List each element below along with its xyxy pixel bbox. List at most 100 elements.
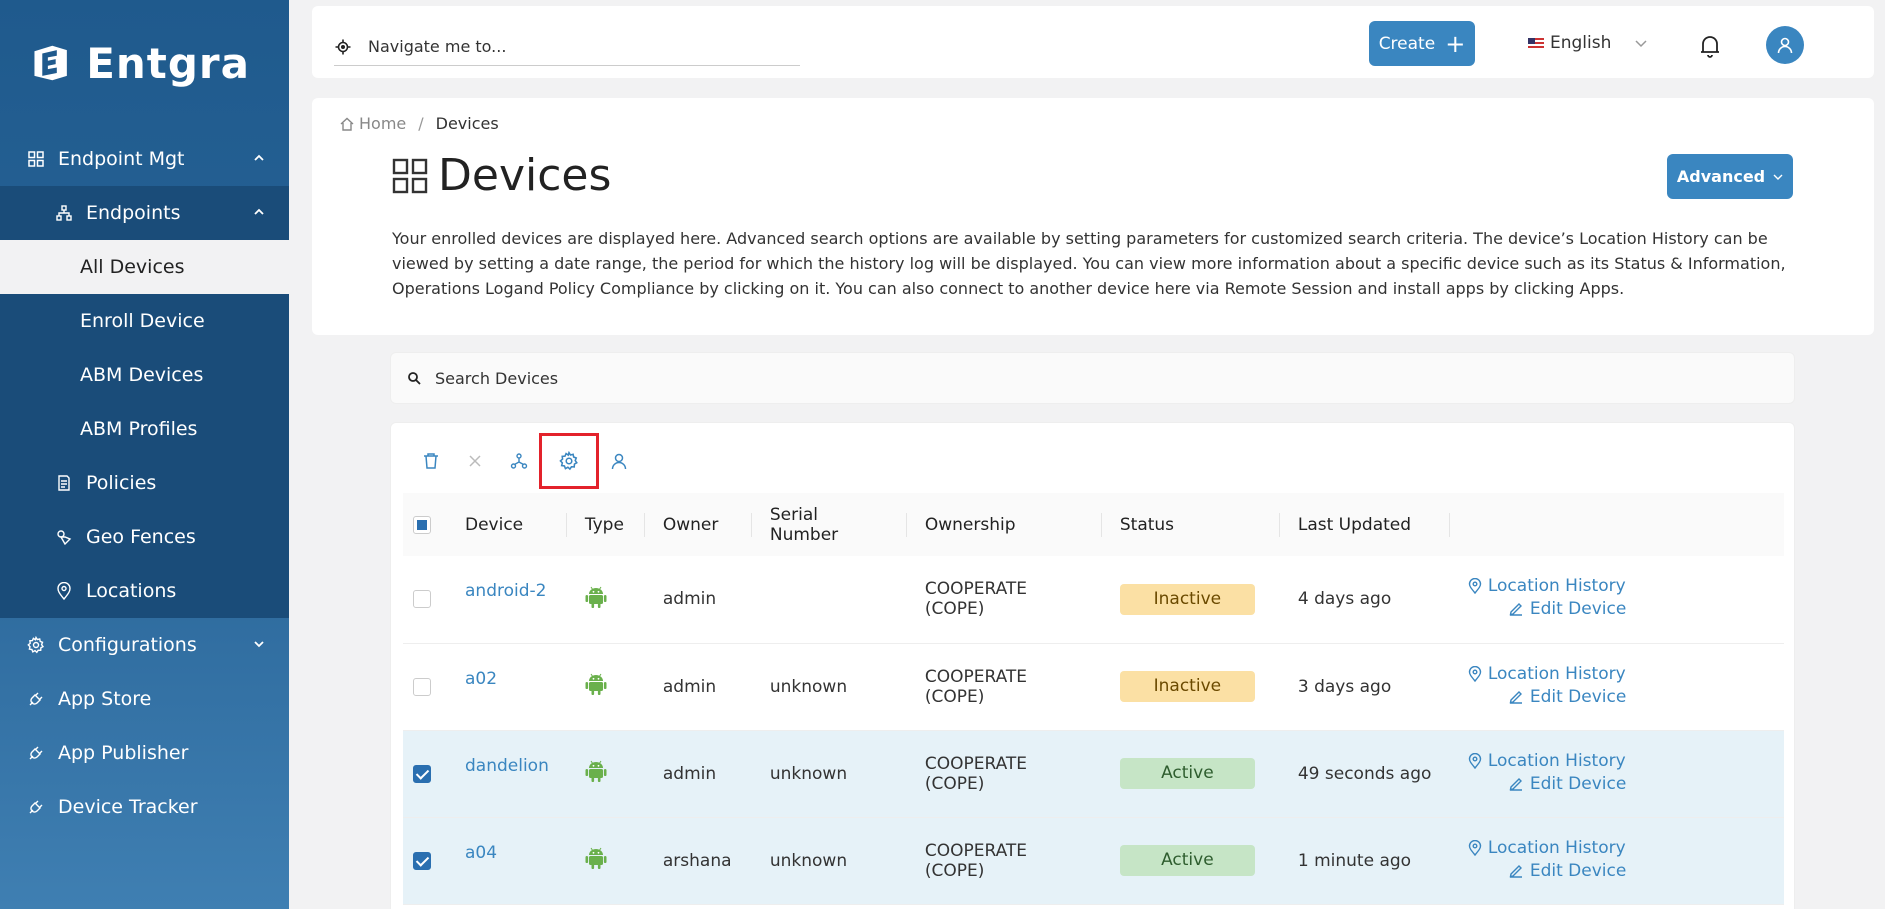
- table-row[interactable]: a04 arshana unknown COOPERATE (COPE) Act…: [403, 817, 1784, 904]
- settings-icon: [559, 451, 578, 471]
- sidebar-item-label: Policies: [86, 472, 157, 494]
- sidebar-item-abm-devices[interactable]: ABM Devices: [0, 348, 289, 402]
- page-title-text: Devices: [438, 150, 612, 201]
- android-icon: [585, 760, 607, 782]
- settings-button[interactable]: [539, 433, 599, 489]
- column-header-status: Status: [1102, 493, 1280, 556]
- devices-table: Device Type Owner Serial Number Ownershi…: [403, 493, 1784, 905]
- ownership-cell: COOPERATE (COPE): [924, 753, 1028, 794]
- table-row[interactable]: a02 admin unknown COOPERATE (COPE) Inact…: [403, 643, 1784, 730]
- sidebar-item-app-publisher[interactable]: App Publisher: [0, 726, 289, 780]
- breadcrumb-current: Devices: [435, 114, 499, 133]
- advanced-button[interactable]: Advanced: [1667, 154, 1793, 199]
- breadcrumb: Home / Devices: [339, 114, 499, 133]
- select-all-cell: [403, 493, 447, 556]
- device-link[interactable]: a04: [465, 843, 497, 863]
- column-header-ownership: Ownership: [907, 493, 1102, 556]
- sidebar-item-label: Configurations: [58, 634, 197, 656]
- language-selector[interactable]: English: [1528, 33, 1649, 53]
- last-updated-cell: 1 minute ago: [1297, 850, 1412, 871]
- edit-device-link[interactable]: Edit Device: [1508, 774, 1626, 794]
- group-button[interactable]: [497, 439, 541, 483]
- delete-button[interactable]: [409, 439, 453, 483]
- sidebar-item-label: ABM Devices: [80, 364, 204, 386]
- gear-icon: [26, 635, 46, 655]
- devices-area: Device Type Owner Serial Number Ownershi…: [312, 344, 1874, 909]
- page-description: Your enrolled devices are displayed here…: [392, 229, 1786, 298]
- user-avatar-icon: [1777, 37, 1793, 54]
- close-icon: [469, 455, 481, 467]
- trash-icon: [424, 453, 438, 469]
- device-link[interactable]: android-2: [465, 581, 546, 601]
- sidebar-item-endpoints[interactable]: Endpoints: [0, 186, 289, 240]
- location-history-link[interactable]: Location History: [1468, 576, 1626, 596]
- status-cell: Inactive: [1102, 556, 1280, 643]
- device-cell: dandelion: [447, 730, 567, 817]
- device-link[interactable]: a02: [465, 669, 497, 689]
- edit-device-link[interactable]: Edit Device: [1508, 687, 1626, 707]
- sidebar-item-label: ABM Profiles: [80, 418, 198, 440]
- column-header-serial-number: Serial Number: [752, 493, 907, 556]
- row-checkbox[interactable]: [413, 764, 431, 783]
- breadcrumb-home[interactable]: Home: [359, 114, 406, 133]
- edit-device-link[interactable]: Edit Device: [1508, 599, 1626, 619]
- disenroll-button[interactable]: [453, 439, 497, 483]
- sidebar-item-endpoint-mgt[interactable]: Endpoint Mgt: [0, 132, 289, 186]
- create-button-label: Create: [1378, 33, 1436, 54]
- location-history-label: Location History: [1487, 837, 1626, 858]
- navigate-input[interactable]: [368, 37, 788, 56]
- plug-icon: [26, 689, 46, 709]
- assign-user-button[interactable]: [597, 439, 641, 483]
- select-all-checkbox[interactable]: [413, 515, 431, 534]
- status-badge: Active: [1119, 758, 1255, 789]
- create-button[interactable]: Create +: [1369, 21, 1475, 66]
- location-history-link[interactable]: Location History: [1468, 664, 1626, 684]
- row-checkbox[interactable]: [413, 851, 431, 870]
- search-devices-input[interactable]: [435, 368, 1735, 388]
- sidebar-item-enroll-device[interactable]: Enroll Device: [0, 294, 289, 348]
- edit-pencil-icon: [1509, 777, 1522, 791]
- location-history-link[interactable]: Location History: [1468, 751, 1626, 771]
- location-pin-icon: [1468, 578, 1482, 595]
- row-checkbox[interactable]: [413, 677, 431, 696]
- sidebar-item-device-tracker[interactable]: Device Tracker: [0, 780, 289, 834]
- brand-logo[interactable]: Entgra: [30, 28, 250, 98]
- table-row[interactable]: dandelion admin unknown COOPERATE (COPE)…: [403, 730, 1784, 817]
- sidebar-item-app-store[interactable]: App Store: [0, 672, 289, 726]
- status-badge: Inactive: [1119, 671, 1255, 702]
- row-checkbox[interactable]: [413, 590, 431, 609]
- device-link[interactable]: dandelion: [465, 756, 549, 776]
- owner-cell: arshana: [662, 850, 732, 871]
- location-history-link[interactable]: Location History: [1468, 838, 1626, 858]
- plug-icon: [26, 797, 46, 817]
- android-icon: [585, 847, 607, 869]
- sidebar-item-all-devices[interactable]: All Devices: [0, 240, 289, 294]
- geo-fence-icon: [54, 527, 74, 547]
- breadcrumb-separator: /: [418, 114, 424, 133]
- last-updated-cell: 4 days ago: [1297, 589, 1392, 610]
- sidebar-item-configurations[interactable]: Configurations: [0, 618, 289, 672]
- sidebar-item-policies[interactable]: Policies: [0, 456, 289, 510]
- table-row[interactable]: android-2 admin COOPERATE (COPE) Inactiv…: [403, 556, 1784, 643]
- row-select-cell: [403, 817, 447, 904]
- location-pin-icon: [1468, 752, 1482, 769]
- sidebar-item-locations[interactable]: Locations: [0, 564, 289, 618]
- row-select-cell: [403, 556, 447, 643]
- android-icon: [585, 586, 607, 608]
- language-label: English: [1550, 33, 1612, 53]
- column-label: Owner: [662, 514, 719, 535]
- location-pin-icon: [54, 581, 74, 601]
- actions-cell: Location History Edit Device: [1450, 556, 1784, 643]
- actions-cell: Location History Edit Device: [1450, 643, 1784, 730]
- sidebar-item-abm-profiles[interactable]: ABM Profiles: [0, 402, 289, 456]
- actions-cell: Location History Edit Device: [1450, 730, 1784, 817]
- edit-device-link[interactable]: Edit Device: [1508, 861, 1626, 881]
- owner-cell: admin: [662, 763, 717, 784]
- avatar[interactable]: [1766, 26, 1804, 64]
- edit-pencil-icon: [1509, 864, 1522, 878]
- sidebar-item-geo-fences[interactable]: Geo Fences: [0, 510, 289, 564]
- edit-pencil-icon: [1509, 603, 1522, 616]
- navigate-search: [334, 28, 800, 66]
- device-cell: a02: [447, 643, 567, 730]
- bell-icon[interactable]: [1698, 33, 1722, 59]
